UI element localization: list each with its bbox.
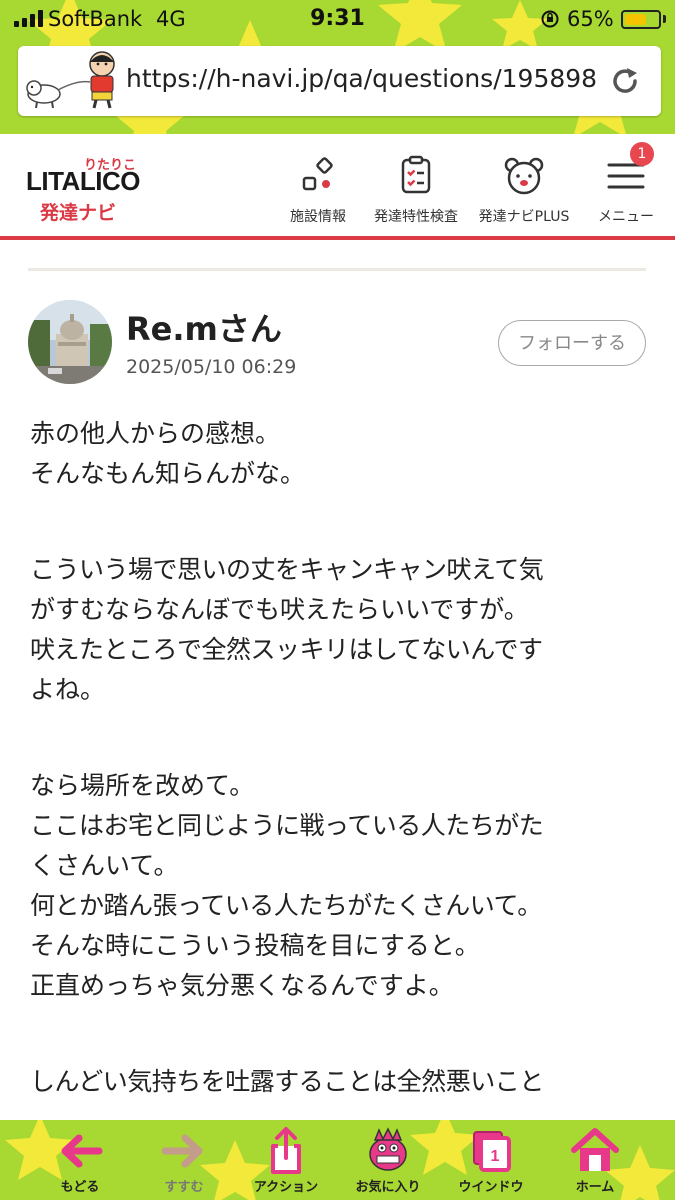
toolbar-home[interactable]: ホーム bbox=[545, 1120, 645, 1200]
user-avatar[interactable] bbox=[28, 300, 112, 384]
clipboard-icon bbox=[401, 155, 431, 194]
nav-label: 施設情報 bbox=[290, 209, 346, 225]
body-line: なら場所を改めて。 bbox=[30, 771, 255, 800]
address-bar[interactable]: https://h-navi.jp/qa/questions/195898 bbox=[18, 46, 661, 116]
battery-icon bbox=[621, 10, 661, 29]
facility-icon bbox=[302, 157, 333, 191]
favorites-character-icon bbox=[369, 1127, 407, 1171]
content-divider bbox=[28, 268, 646, 271]
toolbar-action[interactable]: アクション bbox=[236, 1120, 336, 1200]
site-header: りたりこ LITALICO 発達ナビ 施設情報 発達特性検査 発達ナビPLUS … bbox=[0, 134, 675, 240]
back-arrow-icon bbox=[61, 1134, 103, 1168]
mascot-walking-dog-icon bbox=[26, 51, 115, 109]
toolbar-label: ウインドウ bbox=[458, 1180, 524, 1195]
toolbar-label: もどる bbox=[60, 1180, 100, 1195]
body-line: そんな時にこういう投稿を目にすると。 bbox=[30, 931, 480, 960]
window-count: 1 bbox=[491, 1148, 500, 1165]
toolbar-label: お気に入り bbox=[355, 1180, 421, 1195]
post-body: 赤の他人からの感想。 そんなもん知らんがな。 こういう場で思いの丈をキャンキャン… bbox=[30, 414, 645, 1102]
logo-sub: 発達ナビ bbox=[40, 202, 117, 224]
nav-assessment[interactable]: 発達特性検査 bbox=[366, 154, 466, 234]
orientation-lock-icon bbox=[541, 10, 559, 28]
toolbar-favorites[interactable]: お気に入り bbox=[338, 1120, 438, 1200]
body-line: ここはお宅と同じように戦っている人たちがた bbox=[30, 811, 544, 840]
nav-label: メニュー bbox=[598, 209, 654, 225]
share-icon bbox=[271, 1127, 301, 1174]
nav-label: 発達特性検査 bbox=[374, 209, 458, 225]
body-line: 吠えたところで全然スッキリはしてないんです bbox=[30, 635, 543, 664]
browser-top-chrome: SoftBank 4G 9:31 65% https://h-navi.jp/q… bbox=[0, 0, 675, 134]
nav-facility[interactable]: 施設情報 bbox=[268, 154, 368, 234]
browser-toolbar: もどる すすむ アクション お気に入り 1 ウインドウ ホーム bbox=[0, 1120, 675, 1200]
bear-icon bbox=[504, 157, 544, 195]
menu-notification-badge: 1 bbox=[630, 142, 654, 166]
toolbar-label: アクション bbox=[253, 1180, 319, 1195]
follow-button[interactable]: フォローする bbox=[498, 320, 646, 366]
nav-menu[interactable]: メニュー bbox=[576, 154, 675, 234]
logo-main: LITALICO bbox=[26, 166, 140, 196]
body-line: くさんいて。 bbox=[30, 851, 179, 880]
body-line: こういう場で思いの丈をキャンキャン吠えて気 bbox=[30, 555, 544, 584]
battery-tip bbox=[663, 15, 666, 23]
toolbar-windows[interactable]: 1 ウインドウ bbox=[441, 1120, 541, 1200]
url-text[interactable]: https://h-navi.jp/qa/questions/195898 bbox=[126, 64, 597, 93]
nav-plus[interactable]: 発達ナビPLUS bbox=[474, 154, 574, 234]
toolbar-label: ホーム bbox=[575, 1180, 615, 1195]
toolbar-back[interactable]: もどる bbox=[30, 1120, 130, 1200]
battery-fill bbox=[625, 14, 646, 25]
home-icon bbox=[571, 1128, 619, 1171]
toolbar-label: すすむ bbox=[164, 1180, 204, 1195]
forward-arrow-icon bbox=[161, 1134, 203, 1168]
reload-icon[interactable] bbox=[608, 64, 642, 98]
status-bar: SoftBank 4G 9:31 65% bbox=[0, 0, 675, 38]
body-line: 正直めっちゃ気分悪くなるんですよ。 bbox=[30, 971, 454, 1000]
nav-label: 発達ナビPLUS bbox=[478, 209, 570, 225]
user-name[interactable]: Re.mさん bbox=[126, 304, 282, 350]
litalico-logo[interactable]: りたりこ LITALICO 発達ナビ bbox=[26, 154, 146, 234]
windows-icon: 1 bbox=[473, 1131, 511, 1172]
body-line: 何とか踏ん張っている人たちがたくさんいて。 bbox=[30, 891, 542, 920]
body-line: しんどい気持ちを吐露することは全然悪いこと bbox=[30, 1067, 544, 1096]
post-date: 2025/05/10 06:29 bbox=[126, 356, 297, 378]
body-line: がすむならなんぼでも吠えたらいいですが。 bbox=[30, 595, 529, 624]
battery-percent: 65% bbox=[567, 7, 614, 31]
toolbar-forward: すすむ bbox=[134, 1120, 234, 1200]
body-line: そんなもん知らんがな。 bbox=[30, 459, 306, 488]
body-line: よね。 bbox=[30, 675, 106, 704]
body-line: 赤の他人からの感想。 bbox=[30, 419, 281, 448]
